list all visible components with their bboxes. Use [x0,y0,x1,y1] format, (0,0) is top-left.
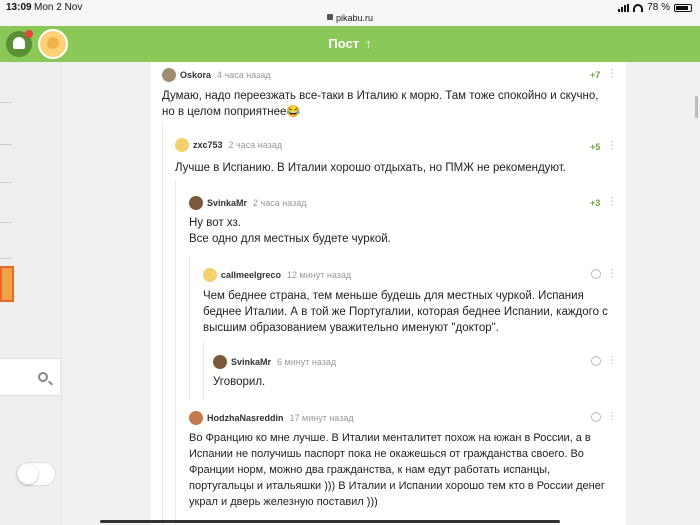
user-avatar[interactable] [189,196,203,210]
comments-panel: Oskora 4 часа назад +7 ⋮ Думаю, надо пер… [151,62,626,525]
signal-icon [618,3,630,12]
comment-time: 6 минут назад [277,357,337,367]
comment-author[interactable]: HodzhaNasreddin [207,413,284,423]
status-bar: 13:09 Mon 2 Nov pikabu.ru 78 % [0,0,700,26]
page-title[interactable]: Пост ↑ [0,36,700,51]
clock-date: Mon 2 Nov [34,2,83,13]
sidebar-banner[interactable] [0,266,14,302]
left-sidebar [0,62,62,525]
more-icon[interactable]: ⋮ [607,69,617,79]
comment-rating: +3 [590,198,601,208]
comment-time: 12 минут назад [287,270,352,280]
comment-time: 2 часа назад [228,140,282,150]
more-icon[interactable]: ⋮ [607,269,617,279]
search-icon[interactable] [38,372,48,382]
thread-line [162,124,163,525]
user-avatar[interactable] [175,138,189,152]
comment-text: Ну вот хз. Все одно для местных будете ч… [189,217,391,245]
battery-percent: 78 % [647,2,670,13]
comment-author[interactable]: callmeelgreco [221,270,281,280]
user-avatar[interactable] [162,68,176,82]
lock-icon [326,14,333,20]
comment-header: callmeelgreco 12 минут назад [203,268,351,282]
user-avatar[interactable] [203,268,217,282]
comment-header: HodzhaNasreddin 17 минут назад [189,411,354,425]
more-icon[interactable]: ⋮ [607,412,617,422]
user-avatar[interactable] [189,411,203,425]
comment-author[interactable]: SvinkaMr [207,198,247,208]
comment-author[interactable]: Oskora [180,70,211,80]
comment-rating: +7 [590,70,601,80]
comment-text: Уговорил. [213,376,266,388]
user-avatar[interactable] [213,355,227,369]
clock-time: 13:09 [6,2,32,13]
comment-text: Чем беднее страна, тем меньше будешь для… [203,290,608,334]
comment-text: Лучше в Испанию. В Италии хорошо отдыхат… [175,162,566,174]
clock-icon [591,269,601,279]
page-title-text: Пост [328,36,360,51]
comment-author[interactable]: SvinkaMr [231,357,271,367]
sidebar-divider [0,144,12,145]
comment-time: 17 минут назад [289,413,354,423]
comment-author[interactable]: zxc753 [193,140,223,150]
battery-icon [674,3,692,12]
sidebar-divider [0,182,12,183]
comment-text: Думаю, надо переезжать все-таки в Италию… [162,90,599,118]
sidebar-divider [0,222,12,223]
theme-toggle[interactable] [16,462,56,486]
thread-line [175,180,176,525]
sidebar-search-input[interactable] [0,358,60,396]
page-scrollbar[interactable] [695,96,698,118]
address-bar[interactable]: pikabu.ru [0,13,700,23]
clock-icon [591,356,601,366]
status-icons: 78 % [618,2,692,13]
comment-header: SvinkaMr 6 минут назад [213,355,336,369]
url-text: pikabu.ru [335,13,374,23]
comment-header: Oskora 4 часа назад [162,68,271,82]
comment-time: 4 часа назад [217,70,271,80]
more-icon[interactable]: ⋮ [607,197,617,207]
thread-line [189,256,190,400]
thread-line [203,342,204,400]
comment-header: zxc753 2 часа назад [175,138,282,152]
comment-rating: +5 [590,142,601,152]
sidebar-divider [0,102,12,103]
clock-icon [591,412,601,422]
comment-time: 2 часа назад [253,198,307,208]
wifi-icon [633,3,644,12]
arrow-up-icon: ↑ [365,36,372,51]
sidebar-divider [0,258,12,259]
home-indicator [100,520,560,523]
comment-text: Во Францию ко мне лучше. В Италии ментал… [189,432,605,508]
comment-header: SvinkaMr 2 часа назад [189,196,307,210]
more-icon[interactable]: ⋮ [607,141,617,151]
more-icon[interactable]: ⋮ [607,356,617,366]
